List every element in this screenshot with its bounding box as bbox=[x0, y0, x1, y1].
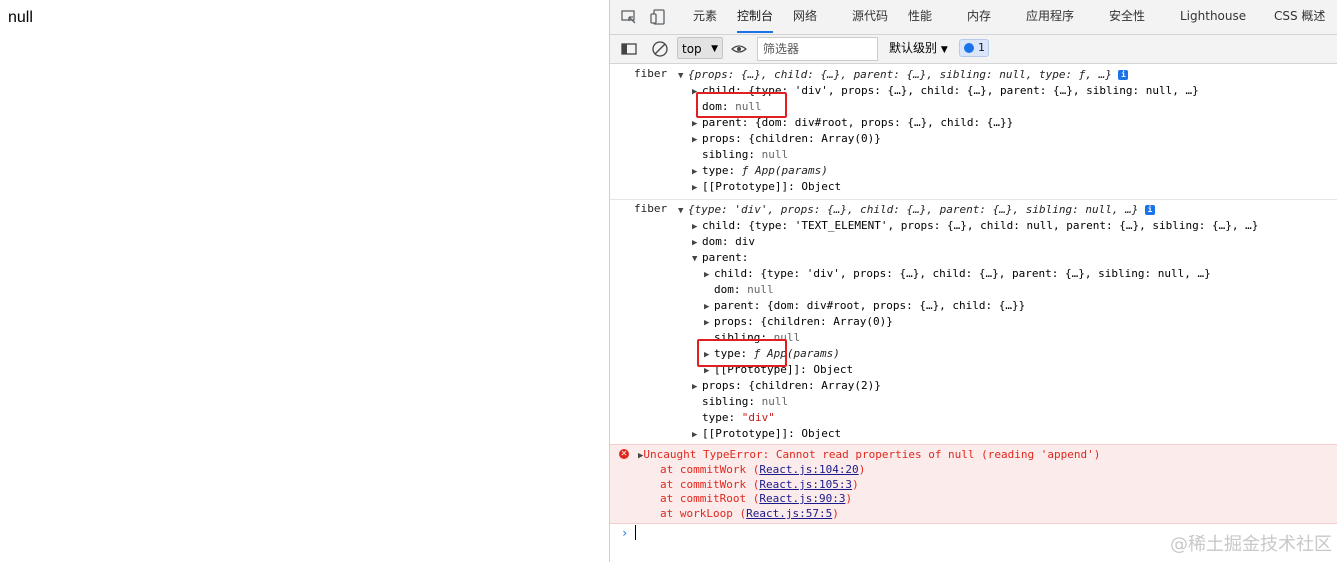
console-toolbar: top ▼ 筛选器 默认级别 ▼ 1 bbox=[610, 35, 1337, 64]
source-link[interactable]: React.js:90:3 bbox=[759, 492, 845, 505]
stack-frame: at commitWork (React.js:104:20) bbox=[660, 463, 866, 476]
triangle-collapsed-icon: ▶ bbox=[692, 183, 698, 193]
info-icon: i bbox=[1118, 70, 1129, 80]
object-property-row[interactable]: dom: null bbox=[714, 282, 774, 298]
object-summary[interactable]: ▼ {props: {…}, child: {…}, parent: {…}, s… bbox=[678, 67, 1129, 83]
triangle-expanded-icon: ▼ bbox=[678, 206, 684, 216]
object-property-row[interactable]: ▶ child: {type: 'div', props: {…}, child:… bbox=[704, 266, 1211, 282]
error-summary[interactable]: ▶Uncaught TypeError: Cannot read propert… bbox=[638, 447, 1100, 463]
object-summary[interactable]: ▼ {type: 'div', props: {…}, child: {…}, p… bbox=[678, 202, 1155, 218]
object-property-row[interactable]: ▶ dom: div bbox=[692, 234, 755, 250]
tab-sources[interactable]: 源代码 bbox=[852, 0, 888, 33]
clear-console-icon[interactable] bbox=[651, 40, 669, 58]
watermark: @稀土掘金技术社区 bbox=[1170, 534, 1332, 555]
eye-icon[interactable] bbox=[730, 40, 748, 58]
tab-lighthouse[interactable]: Lighthouse bbox=[1180, 0, 1246, 33]
object-property-row[interactable]: ▶ props: {children: Array(0)} bbox=[692, 131, 881, 147]
tab-memory[interactable]: 内存 bbox=[967, 0, 991, 33]
triangle-collapsed-icon: ▶ bbox=[692, 167, 698, 177]
console-message: fiber ▼ {type: 'div', props: {…}, child: … bbox=[610, 199, 1337, 445]
context-selector-value: top bbox=[682, 42, 702, 56]
triangle-collapsed-icon: ▶ bbox=[704, 302, 710, 312]
page-viewport: null bbox=[0, 0, 609, 562]
log-label: fiber bbox=[634, 202, 668, 215]
devtools-panel: 元素 控制台 网络 源代码 性能 内存 应用程序 安全性 Lighthouse … bbox=[609, 0, 1337, 562]
object-property-row[interactable]: type: "div" bbox=[702, 410, 775, 426]
devtools-tabbar: 元素 控制台 网络 源代码 性能 内存 应用程序 安全性 Lighthouse … bbox=[610, 0, 1337, 35]
filter-input[interactable]: 筛选器 bbox=[757, 37, 878, 61]
triangle-collapsed-icon: ▶ bbox=[692, 119, 698, 129]
triangle-expanded-icon: ▼ bbox=[692, 254, 698, 264]
error-icon: ✕ bbox=[619, 449, 629, 459]
console-output: fiber ▼ {props: {…}, child: {…}, parent: … bbox=[610, 64, 1337, 562]
triangle-collapsed-icon: ▶ bbox=[692, 430, 698, 440]
tab-console[interactable]: 控制台 bbox=[737, 0, 774, 33]
console-input[interactable] bbox=[635, 525, 636, 540]
log-level-label: 默认级别 bbox=[889, 41, 938, 55]
triangle-collapsed-icon: ▶ bbox=[704, 270, 710, 280]
tab-css-overview[interactable]: CSS 概述 bbox=[1274, 0, 1325, 33]
source-link[interactable]: React.js:57:5 bbox=[746, 507, 832, 520]
log-level-dropdown[interactable]: 默认级别 ▼ bbox=[889, 39, 948, 56]
tab-performance[interactable]: 性能 bbox=[908, 0, 932, 33]
chevron-down-icon: ▼ bbox=[711, 44, 718, 54]
sidebar-toggle-icon[interactable] bbox=[620, 40, 638, 58]
info-icon: i bbox=[1144, 205, 1155, 215]
object-property-row[interactable]: ▶ props: {children: Array(2)} bbox=[692, 378, 881, 394]
object-property-row[interactable]: ▶ child: {type: 'TEXT_ELEMENT', props: {…… bbox=[692, 218, 1258, 234]
triangle-collapsed-icon: ▶ bbox=[704, 318, 710, 328]
object-property-row[interactable]: ▼ parent: bbox=[692, 250, 748, 266]
filter-placeholder: 筛选器 bbox=[763, 42, 800, 56]
highlight-box bbox=[697, 339, 787, 367]
prompt-chevron-icon: › bbox=[621, 526, 629, 540]
tab-elements[interactable]: 元素 bbox=[693, 0, 717, 33]
object-property-row[interactable]: ▶ [[Prototype]]: Object bbox=[692, 426, 841, 442]
issues-counter-button[interactable]: 1 bbox=[959, 39, 989, 57]
page-output-text: null bbox=[8, 9, 33, 26]
source-link[interactable]: React.js:104:20 bbox=[759, 463, 858, 476]
triangle-expanded-icon: ▼ bbox=[678, 71, 684, 81]
triangle-collapsed-icon: ▶ bbox=[692, 238, 698, 248]
message-icon bbox=[964, 43, 974, 53]
stack-frame: at commitRoot (React.js:90:3) bbox=[660, 492, 853, 505]
object-property-row[interactable]: sibling: null bbox=[702, 147, 788, 163]
issues-count: 1 bbox=[978, 41, 985, 54]
inspect-element-icon[interactable] bbox=[620, 8, 638, 26]
object-property-row[interactable]: ▶ parent: {dom: div#root, props: {…}, chi… bbox=[704, 298, 1025, 314]
tab-application[interactable]: 应用程序 bbox=[1026, 0, 1074, 33]
chevron-down-icon: ▼ bbox=[940, 45, 948, 55]
triangle-collapsed-icon: ▶ bbox=[692, 222, 698, 232]
triangle-collapsed-icon: ▶ bbox=[692, 135, 698, 145]
console-error-message: ✕ ▶Uncaught TypeError: Cannot read prope… bbox=[610, 444, 1337, 524]
object-property-row[interactable]: ▶ type: ƒ App(params) bbox=[692, 163, 828, 179]
object-property-row[interactable]: ▶ props: {children: Array(0)} bbox=[704, 314, 893, 330]
log-label: fiber bbox=[634, 67, 668, 80]
source-link[interactable]: React.js:105:3 bbox=[759, 478, 852, 491]
device-toolbar-icon[interactable] bbox=[650, 8, 668, 26]
tab-security[interactable]: 安全性 bbox=[1109, 0, 1145, 33]
object-property-row[interactable]: ▶ [[Prototype]]: Object bbox=[692, 179, 841, 195]
console-message: fiber ▼ {props: {…}, child: {…}, parent: … bbox=[610, 64, 1337, 200]
tab-network[interactable]: 网络 bbox=[793, 0, 817, 33]
highlight-box bbox=[696, 92, 787, 118]
triangle-collapsed-icon: ▶ bbox=[692, 382, 698, 392]
object-property-row[interactable]: sibling: null bbox=[702, 394, 788, 410]
context-selector[interactable]: top ▼ bbox=[677, 37, 723, 59]
stack-frame: at workLoop (React.js:57:5) bbox=[660, 507, 839, 520]
